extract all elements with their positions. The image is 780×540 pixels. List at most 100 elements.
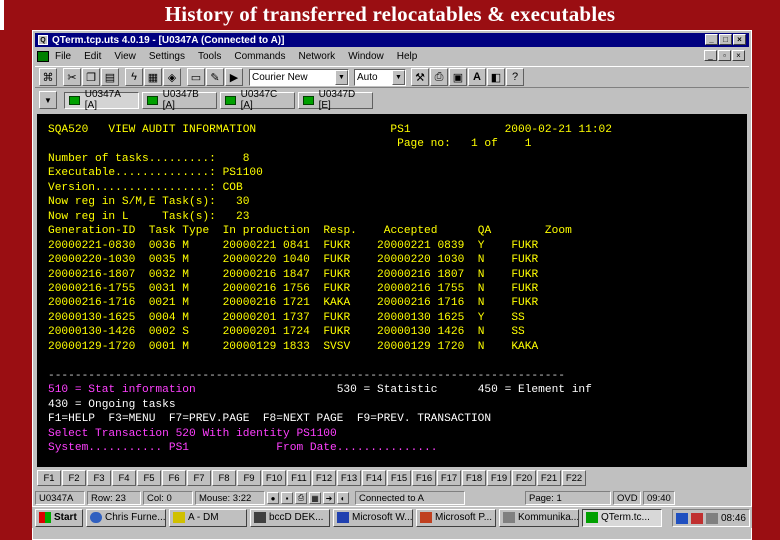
fkey-f9[interactable]: F9	[237, 470, 261, 486]
system-input[interactable]: PS1	[169, 442, 189, 454]
fkey-f20[interactable]: F20	[512, 470, 536, 486]
bell-icon[interactable]: ◐	[337, 492, 349, 504]
menu-help[interactable]: Help	[397, 51, 418, 62]
table-row[interactable]: 20000216-1716 0021 M 20000216 1721 KAKA …	[48, 297, 538, 309]
fkey-f19[interactable]: F19	[487, 470, 511, 486]
macro-icon[interactable]: ◈	[163, 68, 181, 86]
chevron-down-icon[interactable]: ▼	[392, 69, 405, 85]
taskbar-item-kommunika[interactable]: Kommunika...	[499, 508, 579, 527]
fkey-f12[interactable]: F12	[312, 470, 336, 486]
font-select[interactable]: Courier New ▼	[249, 68, 349, 86]
session-tab-u0347b[interactable]: U0347B [A]	[142, 89, 217, 111]
fkey-f15[interactable]: F15	[387, 470, 411, 486]
menu-edit[interactable]: Edit	[84, 51, 101, 62]
identity-input[interactable]: PS1100	[296, 428, 336, 440]
size-select[interactable]: Auto ▼	[354, 68, 406, 86]
window-titlebar[interactable]: Q QTerm.tcp.uts 4.0.19 - [U0347A (Connec…	[35, 33, 749, 47]
taskbar-item-bccd[interactable]: bccD DEK...	[250, 508, 330, 527]
help-icon[interactable]: ?	[506, 68, 524, 86]
taskbar-item-word[interactable]: Microsoft W...	[333, 508, 413, 527]
keyboard-icon[interactable]: ▦	[144, 68, 162, 86]
copy-icon[interactable]: ❐	[82, 68, 100, 86]
fkey-f14[interactable]: F14	[362, 470, 386, 486]
tray-antivirus-icon[interactable]	[690, 512, 703, 524]
screen-icon[interactable]: ◧	[487, 68, 505, 86]
record-icon[interactable]: ●	[267, 492, 279, 504]
fkey-f16[interactable]: F16	[412, 470, 436, 486]
taskbar-item-qterm[interactable]: QTerm.tc...	[582, 508, 662, 527]
fkey-f5[interactable]: F5	[137, 470, 161, 486]
fkey-f18[interactable]: F18	[462, 470, 486, 486]
connect-icon[interactable]: ⌘	[39, 68, 57, 86]
table-row[interactable]: 20000216-1755 0031 M 20000216 1756 FUKR …	[48, 283, 538, 295]
menu-window[interactable]: Window	[348, 51, 384, 62]
cut-icon[interactable]: ✂	[63, 68, 81, 86]
transaction-input[interactable]: 520	[176, 428, 196, 440]
fkey-f21[interactable]: F21	[537, 470, 561, 486]
document-icon[interactable]	[37, 50, 49, 62]
cell-zoom: FUKR	[511, 239, 539, 252]
taskbar-item-powerpoint[interactable]: Microsoft P...	[416, 508, 496, 527]
terminal-screen[interactable]: SQA520 VIEW AUDIT INFORMATION PS1 2000-0…	[37, 114, 747, 467]
lock-icon[interactable]: ▪	[281, 492, 293, 504]
start-button[interactable]: Start	[35, 508, 83, 527]
menu-settings[interactable]: Settings	[149, 51, 185, 62]
menu-commands[interactable]: Commands	[234, 51, 285, 62]
tray-network-icon[interactable]	[675, 512, 688, 524]
close-button[interactable]: ×	[733, 34, 746, 45]
cell-generation: 20000216-1755	[48, 282, 136, 295]
table-row[interactable]: 20000220-1030 0035 M 20000220 1040 FUKR …	[48, 254, 538, 266]
session-tab-u0347c[interactable]: U0347C [A]	[220, 89, 295, 111]
fkey-f6[interactable]: F6	[162, 470, 186, 486]
play-icon[interactable]: ▶	[225, 68, 243, 86]
print-icon[interactable]: ⎙	[430, 68, 448, 86]
maximize-button[interactable]: □	[719, 34, 732, 45]
fkey-f17[interactable]: F17	[437, 470, 461, 486]
menu-network[interactable]: Network	[299, 51, 336, 62]
fkey-f22[interactable]: F22	[562, 470, 586, 486]
table-row[interactable]: 20000221-0830 0036 M 20000221 0841 FUKR …	[48, 240, 538, 252]
column-header-type: Type	[182, 225, 210, 238]
session-tab-u0347a[interactable]: U0347A [A]	[64, 89, 139, 111]
printer-icon[interactable]: ⎙	[295, 492, 307, 504]
fkey-f8[interactable]: F8	[212, 470, 236, 486]
fkey-f4[interactable]: F4	[112, 470, 136, 486]
cell-accepted: 20000220 1030	[377, 254, 465, 267]
palette-icon[interactable]: ✎	[206, 68, 224, 86]
tray-speaker-icon[interactable]	[705, 512, 718, 524]
table-row[interactable]: 20000130-1426 0002 S 20000201 1724 FUKR …	[48, 326, 525, 338]
arrow-icon[interactable]: ➜	[323, 492, 335, 504]
save-icon[interactable]: ▣	[449, 68, 467, 86]
keyboard-icon[interactable]: ▦	[309, 492, 321, 504]
fkey-f13[interactable]: F13	[337, 470, 361, 486]
taskbar-item-chris[interactable]: Chris Furne...	[86, 508, 166, 527]
fkey-f10[interactable]: F10	[262, 470, 286, 486]
start-label: Start	[54, 512, 77, 523]
doc-minimize-button[interactable]: _	[704, 50, 717, 61]
fkey-f2[interactable]: F2	[62, 470, 86, 486]
minimize-button[interactable]: _	[705, 34, 718, 45]
tools-icon[interactable]: ⚒	[411, 68, 429, 86]
session-tab-u0347d[interactable]: U0347D [E]	[298, 89, 373, 111]
paste-icon[interactable]: ▤	[101, 68, 119, 86]
lightning-icon[interactable]: ϟ	[125, 68, 143, 86]
table-row[interactable]: 20000216-1807 0032 M 20000216 1847 FUKR …	[48, 269, 538, 281]
field-value: 8	[242, 152, 250, 165]
fkey-f1[interactable]: F1	[37, 470, 61, 486]
menu-file[interactable]: File	[55, 51, 71, 62]
fkey-f11[interactable]: F11	[287, 470, 311, 486]
cell-qa: Y	[477, 239, 485, 252]
fkey-f7[interactable]: F7	[187, 470, 211, 486]
menu-tools[interactable]: Tools	[198, 51, 221, 62]
font-icon[interactable]: A	[468, 68, 486, 86]
session-menu-icon[interactable]: ▼	[39, 91, 57, 109]
fkey-f3[interactable]: F3	[87, 470, 111, 486]
chevron-down-icon[interactable]: ▼	[335, 69, 348, 85]
doc-restore-button[interactable]: ▫	[718, 50, 731, 61]
taskbar-item-dm[interactable]: A - DM	[169, 508, 247, 527]
display-icon[interactable]: ▭	[187, 68, 205, 86]
table-row[interactable]: 20000130-1625 0004 M 20000201 1737 FUKR …	[48, 312, 525, 324]
doc-close-button[interactable]: ×	[732, 50, 745, 61]
menu-view[interactable]: View	[114, 51, 136, 62]
table-row[interactable]: 20000129-1720 0001 M 20000129 1833 SVSV …	[48, 341, 538, 353]
